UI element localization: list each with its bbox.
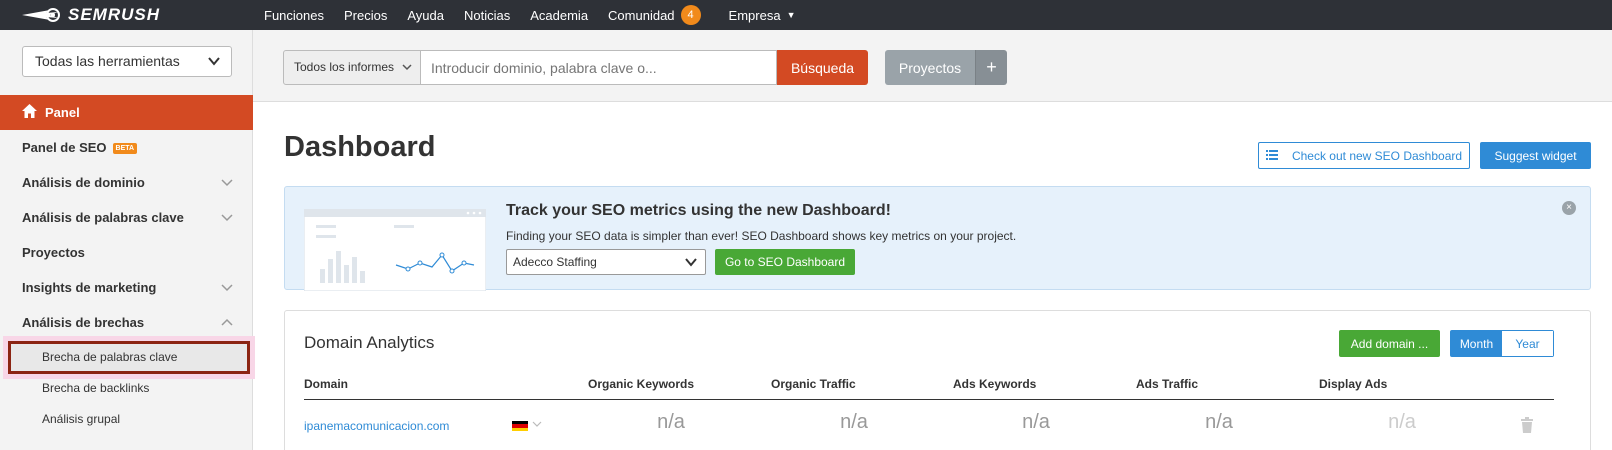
table-header-divider [304,399,1554,400]
column-header-domain: Domain [304,377,349,391]
sidebar-item-label: Proyectos [22,245,85,260]
sidebar-item-label: Análisis de brechas [22,315,145,330]
nav-funciones[interactable]: Funciones [264,8,324,23]
seo-dashboard-banner: Track your SEO metrics using the new Das… [284,186,1591,291]
sidebar-item-label: Insights de marketing [22,280,157,295]
banner-title: Track your SEO metrics using the new Das… [506,202,891,219]
add-project-button[interactable]: + [975,50,1007,85]
checkout-seo-dashboard-button[interactable]: Check out new SEO Dashboard [1258,142,1470,169]
nav-noticias[interactable]: Noticias [464,8,510,23]
project-select[interactable]: Adecco Staffing [506,249,706,275]
germany-flag-icon[interactable] [512,421,528,431]
community-badge: 4 [680,5,701,25]
caret-down-icon: ▼ [786,10,796,20]
sidebar-item-panel[interactable]: Panel [0,95,253,130]
ads-traffic-value: n/a [1205,411,1233,433]
trash-icon[interactable] [1520,417,1534,433]
close-icon[interactable]: × [1562,201,1576,215]
domain-link[interactable]: ipanemacomunicacion.com [304,419,449,433]
column-header-ads-keywords: Ads Keywords [953,377,1037,391]
sidebar-item-panel-seo[interactable]: Panel de SEO BETA [0,130,253,165]
tools-dropdown[interactable]: Todas las herramientas [22,46,232,77]
sidebar-item-analisis-brechas[interactable]: Análisis de brechas [0,305,253,340]
chevron-down-icon [207,47,221,86]
beta-badge: BETA [112,143,138,155]
fireball-icon [22,8,60,22]
banner-description: Finding your SEO data is simpler than ev… [506,229,1017,243]
sidebar-item-label: Análisis de palabras clave [22,210,184,225]
chevron-down-icon [685,250,697,282]
dashboard-illustration-icon [304,209,486,291]
ads-keywords-value: n/a [1022,411,1050,433]
sidebar-item-proyectos[interactable]: Proyectos [0,235,253,270]
sidebar-item-insights[interactable]: Insights de marketing [0,270,253,305]
add-domain-button[interactable]: Add domain ... [1339,330,1440,357]
page-title: Dashboard [284,131,436,163]
list-icon [1265,149,1278,163]
widget-title: Domain Analytics [304,333,435,352]
nav-ayuda[interactable]: Ayuda [407,8,444,23]
chevron-down-icon [402,51,412,98]
sidebar-subitem-brecha-backlinks[interactable]: Brecha de backlinks [0,372,253,405]
search-button[interactable]: Búsqueda [777,50,868,85]
nav-precios[interactable]: Precios [344,8,387,23]
sidebar-subitem-analisis-grupal[interactable]: Análisis grupal [0,403,253,436]
nav-academia[interactable]: Academia [530,8,588,23]
nav-empresa[interactable]: Empresa ▼ [729,8,796,23]
home-icon [22,96,37,131]
sidebar-subitem-label: Análisis grupal [42,412,121,426]
semrush-logo[interactable]: SEMRUSH [20,5,161,24]
chevron-down-icon[interactable] [532,417,542,434]
organic-traffic-value: n/a [840,411,868,433]
column-header-organic-keywords: Organic Keywords [588,377,695,391]
sidebar-subitem-label: Brecha de palabras clave [42,350,178,364]
sidebar-subitem-label: Brecha de backlinks [42,381,150,395]
period-toggle: Month Year [1450,330,1554,357]
checkout-button-label: Check out new SEO Dashboard [1291,148,1463,163]
nav-comunidad-label: Comunidad [608,7,675,23]
sidebar-item-label: Panel [45,105,80,120]
go-to-seo-dashboard-button[interactable]: Go to SEO Dashboard [715,249,855,275]
column-header-ads-traffic: Ads Traffic [1136,377,1199,391]
nav-empresa-label: Empresa [728,7,781,23]
projects-button[interactable]: Proyectos [885,50,975,85]
sidebar-item-label: Análisis de dominio [22,175,145,190]
sidebar-item-analisis-palabras[interactable]: Análisis de palabras clave [0,200,253,235]
sidebar-subitem-brecha-palabras[interactable]: Brecha de palabras clave [8,341,250,374]
project-select-value: Adecco Staffing [513,255,597,269]
search-input[interactable] [421,50,777,85]
toggle-month[interactable]: Month [1451,331,1502,356]
reports-dropdown-value: Todos los informes [294,60,395,74]
suggest-widget-button[interactable]: Suggest widget [1480,142,1591,169]
domain-analytics-widget: Domain Analytics Add domain ... Month Ye… [284,310,1591,450]
top-nav-links: Funciones Precios Ayuda Noticias Academi… [264,0,816,30]
nav-comunidad[interactable]: Comunidad 4 [608,5,701,25]
sidebar-item-label: Panel de SEO [22,140,107,155]
column-header-display-ads: Display Ads [1319,377,1388,391]
sidebar: Todas las herramientas Panel Panel de SE… [0,30,253,450]
search-bar-area: Todos los informes Búsqueda Proyectos + [253,30,1612,102]
brand-name: SEMRUSH [68,5,161,24]
tools-dropdown-value: Todas las herramientas [35,53,180,69]
top-navbar: SEMRUSH Funciones Precios Ayuda Noticias… [0,0,1612,30]
column-header-organic-traffic: Organic Traffic [771,377,856,391]
reports-dropdown[interactable]: Todos los informes [283,50,421,85]
toggle-year[interactable]: Year [1502,331,1553,356]
organic-keywords-value: n/a [657,411,685,433]
display-ads-value: n/a [1388,411,1416,433]
sidebar-item-analisis-dominio[interactable]: Análisis de dominio [0,165,253,200]
